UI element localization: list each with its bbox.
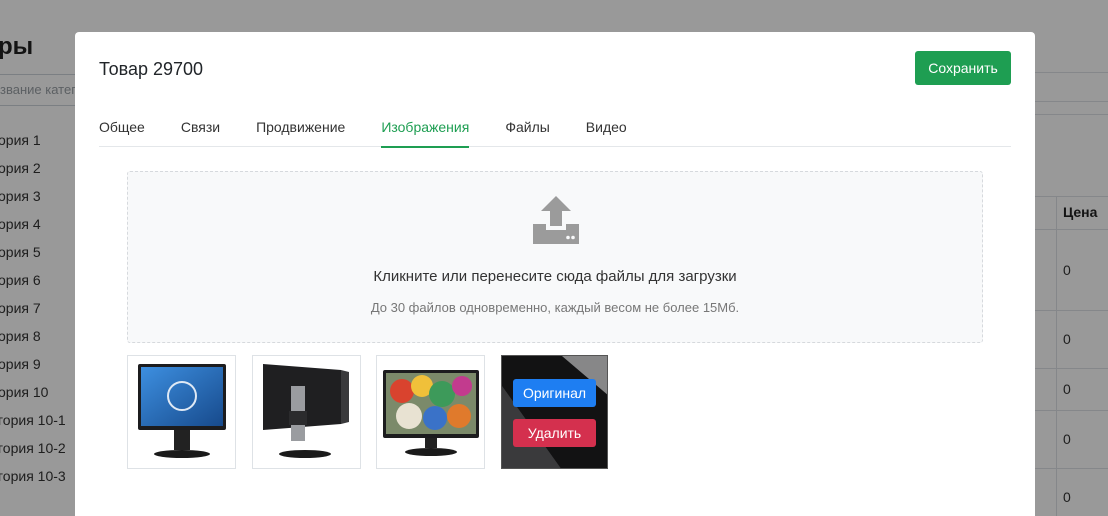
product-modal: Товар 29700 Сохранить Общее Связи Продви… [75,32,1035,516]
tab-images[interactable]: Изображения [381,114,470,148]
image-thumbnail[interactable] [376,355,485,469]
tab-general[interactable]: Общее [99,114,145,147]
monitor-front-image [138,364,226,458]
save-button[interactable]: Сохранить [915,51,1011,85]
image-thumbnail[interactable] [252,355,361,469]
upload-dropzone[interactable]: Кликните или перенесите сюда файлы для з… [127,171,983,343]
delete-button[interactable]: Удалить [513,419,596,447]
image-thumbnail[interactable]: Оригинал Удалить [501,355,608,469]
tab-bar: Общее Связи Продвижение Изображения Файл… [99,114,1011,148]
tab-video[interactable]: Видео [586,114,627,147]
modal-title: Товар 29700 [99,59,204,79]
thumbnail-hover-overlay [502,356,607,468]
image-thumbnail[interactable] [127,355,236,469]
tab-relations[interactable]: Связи [181,114,220,147]
monitor-back-image [263,364,349,458]
dropzone-hint-text: До 30 файлов одновременно, каждый весом … [370,300,740,315]
tab-promotion[interactable]: Продвижение [256,114,345,147]
upload-icon [533,196,579,244]
monitor-colorful-screen-image [383,370,479,456]
dropzone-main-text: Кликните или перенесите сюда файлы для з… [373,268,737,285]
tab-files[interactable]: Файлы [505,114,549,147]
original-button[interactable]: Оригинал [513,379,596,407]
